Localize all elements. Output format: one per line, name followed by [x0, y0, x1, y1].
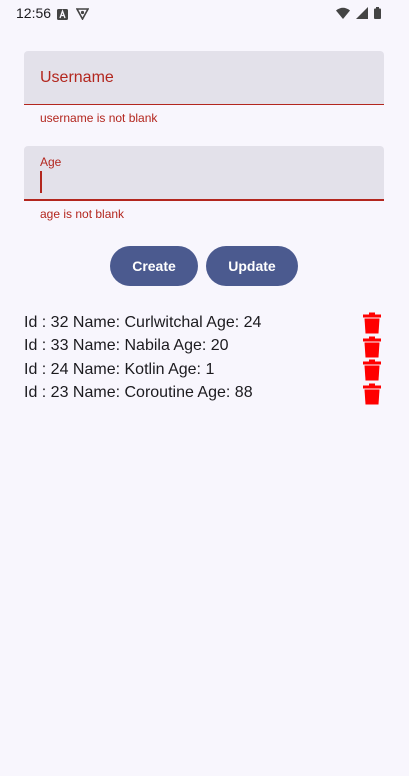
age-field[interactable]: Age	[24, 146, 384, 201]
create-button[interactable]: Create	[110, 246, 198, 286]
battery-icon	[374, 6, 381, 24]
list-item: Id : 23 Name: Coroutine Age: 88	[24, 382, 384, 406]
user-text: Id : 23 Name: Coroutine Age: 88	[24, 384, 253, 402]
text-cursor	[40, 171, 42, 193]
signal-icon	[356, 6, 368, 24]
status-bar: 12:56	[0, 0, 409, 26]
delete-icon[interactable]	[362, 383, 382, 405]
delete-icon[interactable]	[362, 312, 382, 334]
username-field[interactable]: Username	[24, 51, 384, 105]
status-time: 12:56	[16, 5, 52, 21]
user-text: Id : 24 Name: Kotlin Age: 1	[24, 360, 215, 378]
username-label: Username	[40, 69, 114, 86]
user-text: Id : 33 Name: Nabila Age: 20	[24, 337, 229, 355]
age-error-text: age is not blank	[40, 207, 125, 221]
list-item: Id : 32 Name: Curlwitchal Age: 24	[24, 311, 384, 335]
update-button[interactable]: Update	[206, 246, 298, 286]
list-item: Id : 33 Name: Nabila Age: 20	[24, 335, 384, 359]
shield-icon	[75, 7, 90, 25]
username-error-text: username is not blank	[40, 111, 158, 125]
user-text: Id : 32 Name: Curlwitchal Age: 24	[24, 313, 262, 331]
wifi-icon	[336, 6, 350, 24]
user-list: Id : 32 Name: Curlwitchal Age: 24 Id : 3…	[24, 311, 384, 405]
delete-icon[interactable]	[362, 336, 382, 358]
age-label: Age	[40, 155, 62, 169]
a-badge-icon	[57, 7, 68, 25]
delete-icon[interactable]	[362, 359, 382, 381]
list-item: Id : 24 Name: Kotlin Age: 1	[24, 358, 384, 382]
